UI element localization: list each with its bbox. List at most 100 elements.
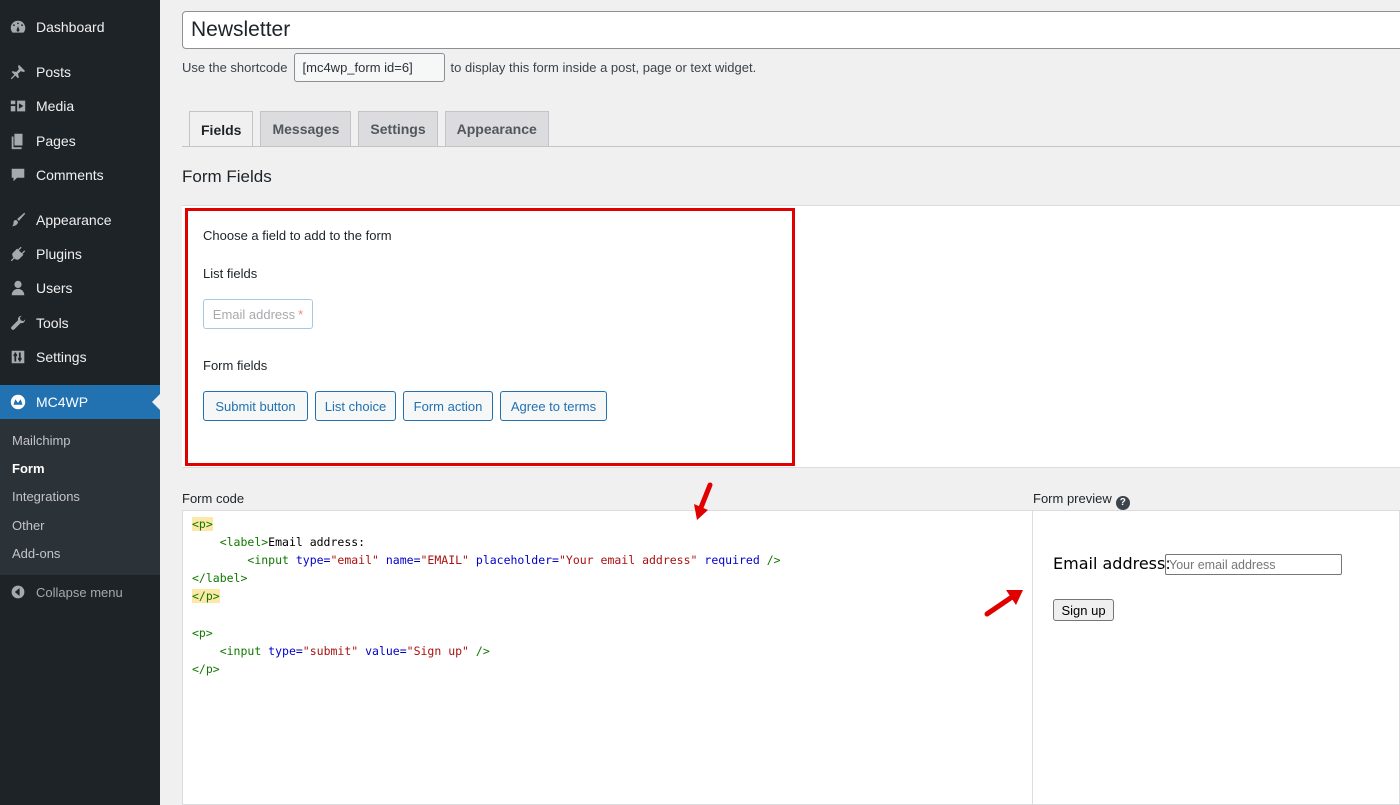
form-preview-heading: Form preview? <box>1033 491 1130 510</box>
preview-email-placeholder: Your email address <box>1169 557 1276 572</box>
preview-signup-button[interactable]: Sign up <box>1053 599 1114 621</box>
menu-label: Plugins <box>36 246 82 262</box>
code-tag: <label> <box>219 535 269 549</box>
mc4wp-submenu: Mailchimp Form Integrations Other Add-on… <box>0 419 160 575</box>
collapse-arrow-icon <box>0 584 36 600</box>
highlight-box <box>185 208 795 466</box>
media-icon <box>0 97 36 115</box>
form-fields-heading-text: Form fields <box>203 358 268 373</box>
settings-tabs: Fields Messages Settings Appearance <box>189 111 556 147</box>
code-tag: /> <box>468 644 490 658</box>
help-icon[interactable]: ? <box>1115 495 1130 510</box>
tab-appearance[interactable]: Appearance <box>444 111 549 146</box>
submenu-mailchimp[interactable]: Mailchimp <box>12 433 71 448</box>
code-line-2: <label>Email address: <box>192 535 365 549</box>
form-preview-panel: Email address: Your email address Sign u… <box>1032 510 1400 805</box>
code-tag: <p> <box>192 517 213 531</box>
code-attr: name= <box>378 553 421 567</box>
form-action-field-button[interactable]: Form action <box>403 391 493 421</box>
menu-mc4wp[interactable]: MC4WP <box>0 385 160 419</box>
collapse-menu-button[interactable]: Collapse menu <box>0 580 160 604</box>
paintbrush-icon <box>0 211 36 229</box>
form-title-text: Newsletter <box>191 18 291 41</box>
menu-appearance[interactable]: Appearance <box>0 203 160 237</box>
shortcode-field[interactable]: [mc4wp_form id=6] <box>293 53 445 82</box>
code-tag: <input <box>219 644 262 658</box>
menu-pages[interactable]: Pages <box>0 124 160 158</box>
menu-label: Posts <box>36 64 72 80</box>
plug-icon <box>0 245 36 263</box>
code-attr: type= <box>261 644 303 658</box>
form-title-input[interactable]: Newsletter <box>182 11 1400 49</box>
code-string: "Your email address" <box>558 553 698 567</box>
menu-settings[interactable]: Settings <box>0 340 160 374</box>
menu-posts[interactable]: Posts <box>0 55 160 89</box>
code-attr: required <box>697 553 760 567</box>
menu-label: Settings <box>36 349 87 365</box>
shortcode-suffix: to display this form inside a post, page… <box>450 60 757 75</box>
list-choice-field-button[interactable]: List choice <box>315 391 396 421</box>
menu-label: Appearance <box>36 212 112 228</box>
tab-fields[interactable]: Fields <box>189 111 254 147</box>
preview-email-input[interactable]: Your email address <box>1165 554 1342 575</box>
user-icon <box>0 279 36 297</box>
menu-label: Users <box>36 280 73 296</box>
code-line-4: </label> <box>192 571 247 585</box>
wrench-icon <box>0 314 36 332</box>
tab-settings[interactable]: Settings <box>358 111 438 146</box>
code-string: "Sign up" <box>406 644 469 658</box>
form-code-label: Form code <box>182 491 245 506</box>
menu-label: Dashboard <box>36 19 105 35</box>
menu-media[interactable]: Media <box>0 89 160 123</box>
sliders-icon <box>0 348 36 366</box>
agree-to-terms-field-button[interactable]: Agree to terms <box>500 391 607 421</box>
comment-icon <box>0 166 36 184</box>
code-string: "email" <box>330 553 379 567</box>
email-address-field-button[interactable]: Email address * <box>203 299 313 329</box>
list-fields-heading: List fields <box>203 266 258 281</box>
code-tag: <p> <box>192 626 213 640</box>
required-marker: * <box>298 306 304 322</box>
collapse-label: Collapse menu <box>36 584 123 600</box>
code-tag: </p> <box>192 589 220 603</box>
menu-tools[interactable]: Tools <box>0 306 160 340</box>
code-line-6: <p> <box>192 626 213 640</box>
current-menu-arrow <box>152 394 160 410</box>
pages-icon <box>0 132 36 150</box>
code-attr: value= <box>358 644 407 658</box>
submenu-other[interactable]: Other <box>12 518 45 533</box>
shortcode-prefix: Use the shortcode <box>182 60 288 75</box>
menu-comments[interactable]: Comments <box>0 158 160 192</box>
menu-users[interactable]: Users <box>0 271 160 305</box>
code-line-5: </p> <box>192 589 220 603</box>
menu-label: Comments <box>36 167 104 183</box>
menu-label: MC4WP <box>36 394 89 410</box>
submenu-form[interactable]: Form <box>12 461 45 476</box>
tab-messages[interactable]: Messages <box>260 111 352 146</box>
code-attr: type= <box>288 553 331 567</box>
code-tag: </p> <box>192 662 220 676</box>
code-tag: </label> <box>192 571 248 585</box>
annotation-arrow-icon <box>984 590 1023 617</box>
mc4wp-logo-icon <box>0 393 36 411</box>
code-line-1: <p> <box>192 517 213 531</box>
admin-sidebar: Dashboard Posts Media Pages Comments App… <box>0 0 160 805</box>
submit-button-field-button[interactable]: Submit button <box>203 391 308 421</box>
dashboard-icon <box>0 18 36 36</box>
menu-dashboard[interactable]: Dashboard <box>0 10 160 44</box>
menu-label: Tools <box>36 315 69 331</box>
code-line-7: <input type="submit" value="Sign up" /> <box>192 644 490 658</box>
submenu-integrations[interactable]: Integrations <box>12 489 80 504</box>
code-string: "EMAIL" <box>420 553 469 567</box>
submenu-addons[interactable]: Add-ons <box>12 546 60 561</box>
code-tag: /> <box>759 553 781 567</box>
section-title: Form Fields <box>182 167 272 186</box>
menu-label: Media <box>36 98 75 114</box>
pin-icon <box>0 63 36 81</box>
code-tag: <input <box>247 553 289 567</box>
form-code-editor[interactable]: <p> <label>Email address: <input type="e… <box>182 510 1033 805</box>
code-attr: placeholder= <box>468 553 559 567</box>
code-string: "submit" <box>302 644 359 658</box>
menu-plugins[interactable]: Plugins <box>0 237 160 271</box>
choose-field-text: Choose a field to add to the form <box>203 228 392 243</box>
